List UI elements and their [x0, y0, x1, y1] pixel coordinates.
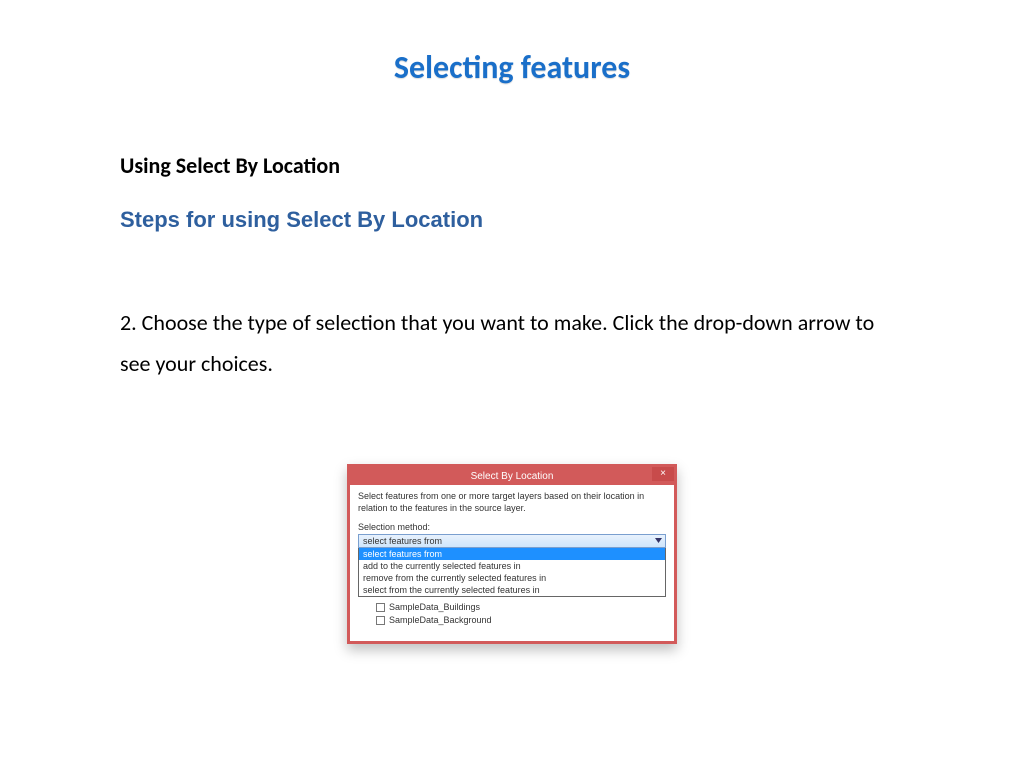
- combo-option[interactable]: select features from: [359, 548, 665, 560]
- combo-option[interactable]: select from the currently selected featu…: [359, 584, 665, 596]
- steps-subheading: Steps for using Select By Location: [120, 207, 904, 233]
- section-heading: Using Select By Location: [120, 152, 904, 179]
- checkbox-icon[interactable]: [376, 603, 385, 612]
- combo-option[interactable]: add to the currently selected features i…: [359, 560, 665, 572]
- dialog-titlebar[interactable]: Select By Location ×: [350, 467, 674, 485]
- selection-method-label: Selection method:: [358, 522, 666, 532]
- content-area: Using Select By Location Steps for using…: [0, 87, 1024, 644]
- list-item[interactable]: SampleData_Background: [376, 614, 666, 627]
- select-by-location-dialog: Select By Location × Select features fro…: [347, 464, 677, 644]
- selection-method-combo[interactable]: select features from select features fro…: [358, 534, 666, 597]
- dialog-body: Select features from one or more target …: [350, 485, 674, 641]
- layer-label: SampleData_Background: [389, 614, 492, 627]
- combo-selected-value[interactable]: select features from: [358, 534, 666, 548]
- close-icon[interactable]: ×: [652, 467, 674, 481]
- combo-dropdown-list: select features from add to the currentl…: [358, 548, 666, 597]
- step-2-text: 2. Choose the type of selection that you…: [120, 303, 904, 384]
- combo-selected-text: select features from: [363, 536, 442, 546]
- list-item[interactable]: SampleData_Buildings: [376, 601, 666, 614]
- layer-label: SampleData_Buildings: [389, 601, 480, 614]
- dialog-container: Select By Location × Select features fro…: [120, 464, 904, 644]
- dialog-description: Select features from one or more target …: [358, 491, 666, 514]
- combo-option[interactable]: remove from the currently selected featu…: [359, 572, 665, 584]
- page-title: Selecting features: [0, 0, 1024, 87]
- chevron-down-icon[interactable]: [652, 535, 664, 547]
- target-layers-list: SampleData_Buildings SampleData_Backgrou…: [358, 601, 666, 627]
- dialog-title: Select By Location: [471, 471, 554, 482]
- checkbox-icon[interactable]: [376, 616, 385, 625]
